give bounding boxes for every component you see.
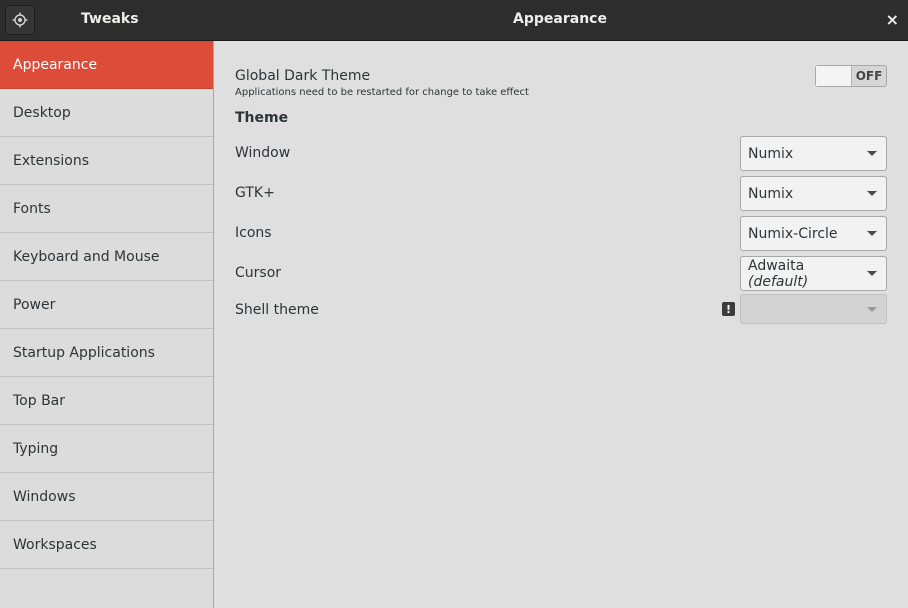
sidebar-item-appearance[interactable]: Appearance bbox=[0, 41, 213, 89]
window-theme-dropdown[interactable]: Numix bbox=[740, 136, 887, 171]
close-button[interactable]: × bbox=[886, 10, 899, 30]
target-icon bbox=[12, 12, 28, 28]
sidebar-item-top-bar[interactable]: Top Bar bbox=[0, 377, 213, 425]
sidebar-item-startup-applications[interactable]: Startup Applications bbox=[0, 329, 213, 377]
global-dark-theme-label: Global Dark Theme bbox=[235, 68, 371, 84]
sidebar-item-workspaces[interactable]: Workspaces bbox=[0, 521, 213, 569]
global-dark-theme-switch[interactable]: OFF bbox=[815, 65, 887, 87]
gtk-theme-label: GTK+ bbox=[235, 185, 275, 201]
window-title: Appearance bbox=[513, 11, 607, 27]
switch-state-label: OFF bbox=[855, 69, 883, 83]
sidebar-item-windows[interactable]: Windows bbox=[0, 473, 213, 521]
sidebar-item-label: Desktop bbox=[13, 104, 71, 121]
sidebar-item-label: Fonts bbox=[13, 200, 51, 217]
sidebar-item-label: Keyboard and Mouse bbox=[13, 248, 160, 265]
exclamation-icon: ! bbox=[722, 302, 735, 316]
shell-theme-label: Shell theme bbox=[235, 302, 319, 318]
icons-theme-label: Icons bbox=[235, 225, 272, 241]
cursor-theme-dropdown[interactable]: Adwaita (default) bbox=[740, 256, 887, 291]
sidebar-item-power[interactable]: Power bbox=[0, 281, 213, 329]
dropdown-value-suffix: (default) bbox=[748, 273, 809, 290]
switch-knob bbox=[816, 66, 852, 86]
sidebar-item-typing[interactable]: Typing bbox=[0, 425, 213, 473]
chevron-down-icon bbox=[867, 231, 877, 236]
sidebar-item-label: Appearance bbox=[13, 56, 98, 73]
sidebar: Appearance Desktop Extensions Fonts Keyb… bbox=[0, 41, 214, 608]
icons-theme-dropdown[interactable]: Numix-Circle bbox=[740, 216, 887, 251]
dropdown-value: Numix-Circle bbox=[748, 225, 838, 242]
chevron-down-icon bbox=[867, 271, 877, 276]
chevron-down-icon bbox=[867, 151, 877, 156]
sidebar-item-keyboard-and-mouse[interactable]: Keyboard and Mouse bbox=[0, 233, 213, 281]
global-dark-theme-subtitle: Applications need to be restarted for ch… bbox=[235, 87, 529, 98]
chevron-down-icon bbox=[867, 306, 877, 312]
cursor-theme-label: Cursor bbox=[235, 265, 282, 281]
sidebar-item-label: Typing bbox=[13, 440, 59, 457]
dropdown-value: Numix bbox=[748, 185, 794, 202]
dropdown-value: Numix bbox=[748, 145, 794, 162]
sidebar-item-label: Workspaces bbox=[13, 536, 97, 553]
sidebar-item-label: Top Bar bbox=[13, 392, 66, 409]
app-menu-button[interactable] bbox=[5, 5, 35, 35]
title-bar: Tweaks Appearance × bbox=[0, 0, 908, 41]
sidebar-item-fonts[interactable]: Fonts bbox=[0, 185, 213, 233]
sidebar-item-label: Extensions bbox=[13, 152, 90, 169]
theme-section-header: Theme bbox=[235, 110, 289, 126]
dropdown-value-wrap: Adwaita (default) bbox=[748, 258, 867, 290]
shell-theme-dropdown[interactable] bbox=[740, 294, 887, 324]
sidebar-item-label: Startup Applications bbox=[13, 344, 155, 361]
chevron-down-icon bbox=[867, 191, 877, 196]
sidebar-item-desktop[interactable]: Desktop bbox=[0, 89, 213, 137]
sidebar-item-label: Power bbox=[13, 296, 56, 313]
sidebar-item-label: Windows bbox=[13, 488, 76, 505]
dropdown-value: Adwaita bbox=[748, 257, 805, 274]
appearance-panel: Global Dark Theme Applications need to b… bbox=[214, 41, 908, 608]
app-title: Tweaks bbox=[81, 11, 139, 27]
window-theme-label: Window bbox=[235, 145, 291, 161]
gtk-theme-dropdown[interactable]: Numix bbox=[740, 176, 887, 211]
sidebar-item-extensions[interactable]: Extensions bbox=[0, 137, 213, 185]
